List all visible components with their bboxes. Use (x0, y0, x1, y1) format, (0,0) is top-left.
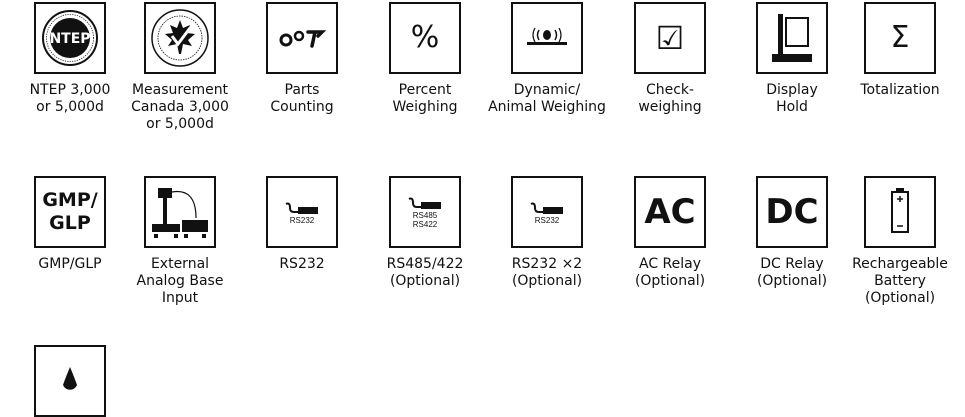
rs232-x2-feature: RS232 RS232 ×2 (Optional) (482, 176, 612, 290)
rs485-422-caption: RS485/422 (Optional) (386, 256, 464, 289)
serial-port-icon: RS232 (266, 176, 338, 248)
ac-relay-caption: AC Relay (Optional) (634, 256, 706, 289)
rs232-caption: RS232 (279, 256, 325, 272)
rechargeable-battery-feature: Rechargeable Battery (Optional) (835, 176, 965, 307)
parts-counting-caption: Parts Counting (270, 82, 334, 115)
measurement-canada-feature: Measurement Canada 3,000 or 5,000d (115, 2, 245, 133)
checkweighing-caption: Check- weighing (638, 82, 702, 115)
rs232-feature: RS232 RS232 (237, 176, 367, 273)
percent-weighing-caption: Percent Weighing (392, 82, 458, 115)
percent-icon: % (389, 2, 461, 74)
rs232-x2-caption: RS232 ×2 (Optional) (511, 256, 583, 289)
ntep-icon: NTEP (34, 2, 106, 74)
washdown-feature (5, 345, 135, 417)
external-base-caption: External Analog Base Input (136, 256, 224, 306)
serial-port-icon: RS485 RS422 (389, 176, 461, 248)
water-drop-icon (34, 345, 106, 417)
rechargeable-battery-caption: Rechargeable Battery (Optional) (852, 256, 948, 306)
parts-counting-icon (266, 2, 338, 74)
battery-icon (864, 176, 936, 248)
rs485-422-feature: RS485 RS422 RS485/422 (Optional) (360, 176, 490, 290)
checkweighing-feature: ☑ Check- weighing (605, 2, 735, 116)
measurement-canada-icon (144, 2, 216, 74)
dynamic-weighing-icon (511, 2, 583, 74)
ac-relay-feature: AC AC Relay (Optional) (605, 176, 735, 290)
ntep-logo-text: NTEP (49, 31, 90, 47)
measurement-canada-caption: Measurement Canada 3,000 or 5,000d (131, 82, 229, 132)
external-base-feature: External Analog Base Input (115, 176, 245, 307)
display-hold-icon (756, 2, 828, 74)
totalization-feature: Σ Totalization (835, 2, 965, 99)
gmp-glp-icon: GMP/ GLP (34, 176, 106, 248)
dc-icon: DC (756, 176, 828, 248)
percent-weighing-feature: % Percent Weighing (360, 2, 490, 116)
totalization-caption: Totalization (860, 82, 940, 98)
external-base-icon (144, 176, 216, 248)
serial-port-icon: RS232 (511, 176, 583, 248)
parts-counting-feature: Parts Counting (237, 2, 367, 116)
dynamic-weighing-caption: Dynamic/ Animal Weighing (488, 82, 606, 115)
sigma-icon: Σ (864, 2, 936, 74)
ac-icon: AC (634, 176, 706, 248)
checkbox-icon: ☑ (634, 2, 706, 74)
dynamic-weighing-feature: Dynamic/ Animal Weighing (482, 2, 612, 116)
